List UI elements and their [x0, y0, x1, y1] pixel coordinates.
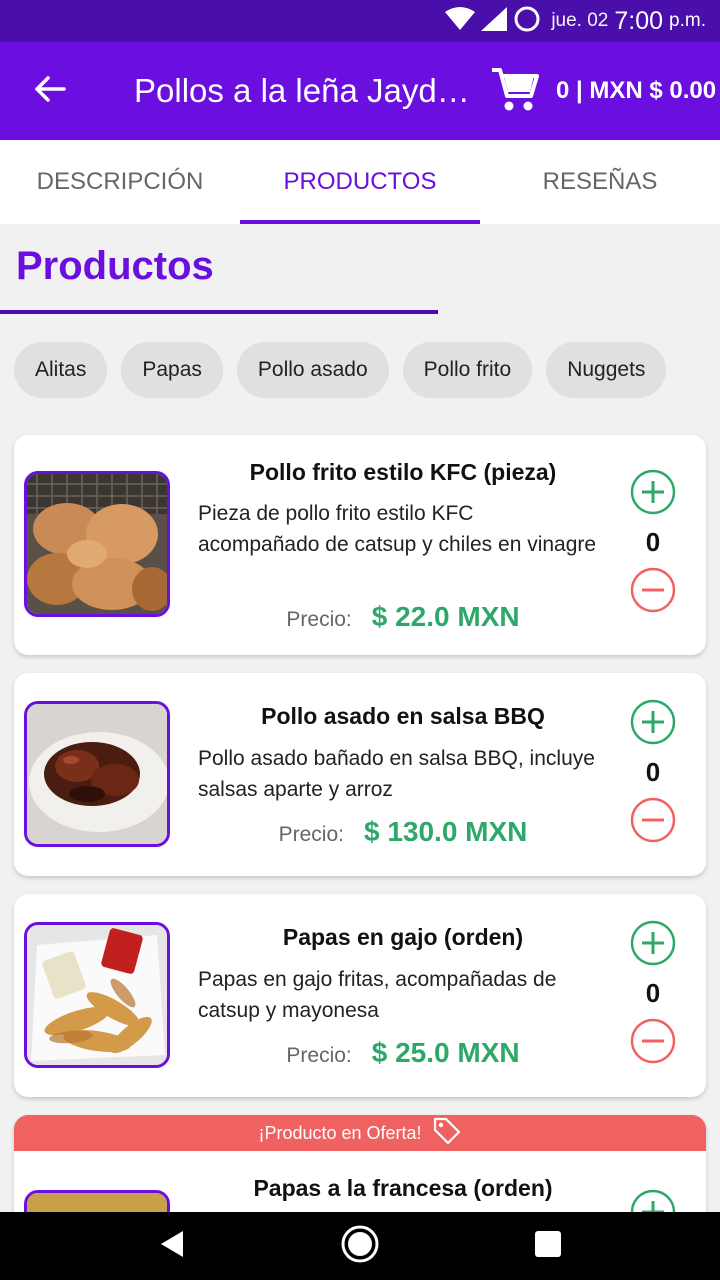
chip-papas[interactable]: Papas — [121, 342, 223, 398]
tab-bar: DESCRIPCIÓN PRODUCTOS RESEÑAS — [0, 140, 720, 224]
product-description: Pieza de pollo frito estilo KFC acompaña… — [198, 502, 597, 556]
nav-recents-icon[interactable] — [533, 1229, 563, 1264]
minus-circle-icon[interactable] — [630, 1018, 676, 1064]
quantity-stepper: 0 — [630, 469, 676, 613]
section-divider — [0, 310, 438, 314]
chip-alitas[interactable]: Alitas — [14, 342, 108, 398]
product-price-row: Precio: $ 25.0 MXN — [198, 1037, 608, 1069]
shopping-cart-icon — [490, 64, 540, 119]
status-date: jue. 02 — [551, 10, 609, 31]
plus-circle-icon[interactable] — [630, 469, 676, 515]
minus-circle-icon[interactable] — [630, 797, 676, 843]
product-name: Pollo asado en salsa BBQ — [261, 703, 545, 729]
product-name: Papas en gajo (orden) — [282, 924, 524, 950]
product-price-row: Precio: $ 130.0 MXN — [198, 816, 608, 848]
product-price-row: Precio: $ 22.0 MXN — [198, 601, 608, 633]
tag-icon — [432, 1116, 462, 1151]
back-button[interactable] — [0, 42, 100, 140]
status-bar: jue. 02 7:00 p.m. — [0, 0, 720, 42]
product-card[interactable]: Pollo asado en salsa BBQ Pollo asado bañ… — [14, 673, 706, 876]
product-price: $ 22.0 MXN — [371, 601, 520, 632]
system-nav-bar — [0, 1212, 720, 1280]
arrow-left-icon — [34, 75, 66, 108]
product-image — [24, 471, 170, 617]
plus-circle-icon[interactable] — [630, 920, 676, 966]
battery-icon — [513, 5, 541, 38]
store-title: Pollos a la leña Jaydeen — [134, 72, 474, 109]
price-label: Precio: — [278, 823, 344, 846]
cart-total[interactable]: 0 | MXN $ 0.00 — [556, 77, 716, 105]
cart-button[interactable] — [490, 61, 542, 121]
tab-resenas[interactable]: RESEÑAS — [480, 140, 720, 224]
nav-home-icon[interactable] — [340, 1224, 380, 1269]
offer-banner: ¡Producto en Oferta! — [14, 1115, 706, 1151]
chip-pollo-asado[interactable]: Pollo asado — [236, 342, 389, 398]
product-name: Papas a la francesa (orden) — [253, 1175, 553, 1201]
product-card[interactable]: Pollo frito estilo KFC (pieza) Pieza de … — [14, 435, 706, 655]
minus-circle-icon[interactable] — [630, 567, 676, 613]
nav-back-icon[interactable] — [157, 1229, 187, 1264]
tab-productos[interactable]: PRODUCTOS — [240, 140, 480, 224]
wifi-icon — [445, 6, 476, 36]
product-price: $ 130.0 MXN — [363, 816, 528, 847]
price-label: Precio: — [286, 1044, 352, 1067]
product-quantity: 0 — [645, 527, 661, 557]
tab-descripcion[interactable]: DESCRIPCIÓN — [0, 140, 240, 224]
price-label: Precio: — [286, 608, 352, 631]
offer-label: ¡Producto en Oferta! — [258, 1122, 422, 1143]
product-quantity: 0 — [645, 978, 661, 1008]
section-title: Productos — [16, 244, 214, 288]
product-quantity: 0 — [645, 757, 661, 787]
quantity-stepper: 0 — [630, 920, 676, 1064]
signal-icon — [481, 6, 508, 36]
status-ampm: p.m. — [669, 10, 706, 31]
product-price: $ 25.0 MXN — [371, 1037, 520, 1068]
product-description: Pollo asado bañado en salsa BBQ, incluye… — [198, 747, 595, 801]
status-time: 7:00 — [614, 6, 664, 35]
quantity-stepper: 0 — [630, 699, 676, 843]
product-card[interactable]: Papas en gajo (orden) Papas en gajo frit… — [14, 894, 706, 1097]
product-image — [24, 701, 170, 847]
product-name: Pollo frito estilo KFC (pieza) — [249, 459, 557, 485]
category-chips: Alitas Papas Pollo asado Pollo frito Nug… — [14, 342, 667, 398]
app-bar: Pollos a la leña Jaydeen 0 | MXN $ 0.00 — [0, 42, 720, 140]
plus-circle-icon[interactable] — [630, 699, 676, 745]
product-description: Papas en gajo fritas, acompañadas de cat… — [198, 968, 557, 1022]
product-image — [24, 922, 170, 1068]
chip-nuggets[interactable]: Nuggets — [546, 342, 667, 398]
chip-pollo-frito[interactable]: Pollo frito — [402, 342, 533, 398]
